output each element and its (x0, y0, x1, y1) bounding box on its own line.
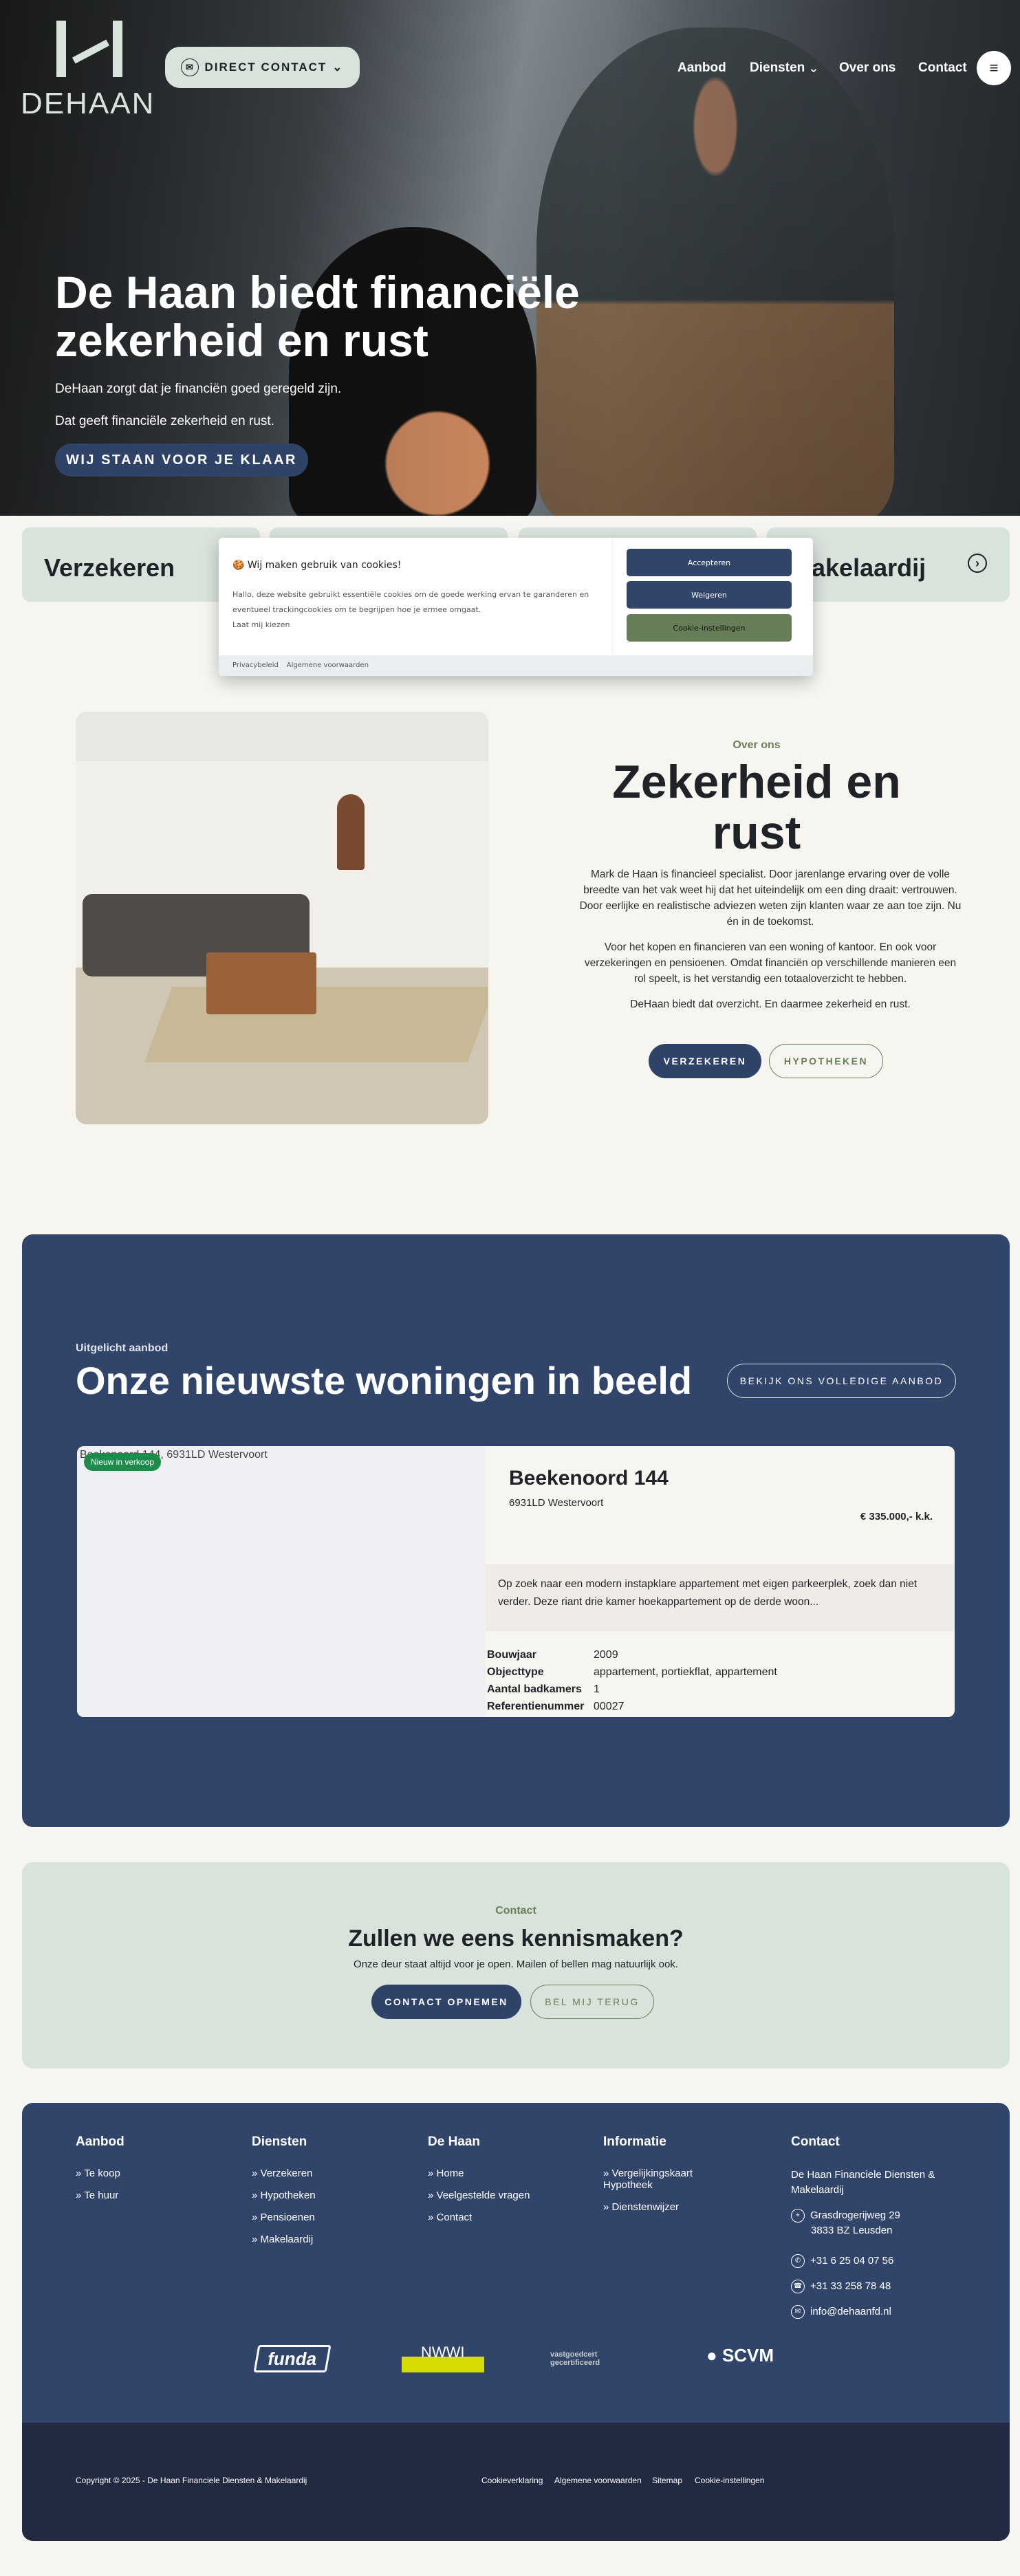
telephone-icon: ☎ (791, 2280, 805, 2294)
cookie-statement-link[interactable]: Cookieverklaring (481, 2476, 543, 2485)
footer-link[interactable]: » Makelaardij (252, 2234, 316, 2245)
funda-logo[interactable]: funda (253, 2345, 332, 2372)
footer-link[interactable]: » Pensioenen (252, 2212, 316, 2223)
phone-icon: ✆ (791, 2254, 805, 2269)
cookie-settings-link[interactable]: Cookie-instellingen (695, 2476, 764, 2485)
footer-link[interactable]: » Home (428, 2168, 530, 2179)
listing-city: 6931LD Westervoort (509, 1497, 604, 1509)
about-paragraph: Mark de Haan is financieel specialist. D… (579, 869, 962, 928)
spec-row: Referentienummer 00027 (487, 1701, 625, 1712)
call-back-button[interactable]: BEL MIJ TERUG (530, 1985, 654, 2019)
footer: Aanbod» Te koop» Te huur Diensten» Verze… (22, 2103, 1010, 2541)
listing-price: € 335.000,- k.k. (860, 1511, 933, 1522)
nav-diensten[interactable]: Diensten (750, 61, 805, 76)
footer-link[interactable]: » Dienstenwijzer (603, 2201, 713, 2213)
listing-image[interactable]: Beekenoord 144, 6931LD Westervoort Nieuw … (77, 1446, 486, 1717)
contact-title: Zullen we eens kennismaken? (348, 1925, 684, 1952)
hamburger-icon[interactable]: ≡ (977, 51, 1011, 85)
logo[interactable]: DEHAAN (21, 21, 162, 120)
footer-link[interactable]: » Vergelijkingskaart Hypotheek (603, 2168, 713, 2191)
new-badge: Nieuw in verkoop (84, 1453, 162, 1471)
cookie-settings-button[interactable]: Cookie-instellingen (627, 614, 792, 642)
nwwi-logo[interactable]: NWWI (402, 2344, 484, 2372)
contact-section: Contact Zullen we eens kennismaken? Onze… (22, 1862, 1010, 2069)
footer-link[interactable]: » Contact (428, 2212, 530, 2223)
listings-eyebrow: Uitgelicht aanbod (76, 1342, 169, 1354)
mail-icon: ✉ (181, 58, 199, 76)
verzekeren-button[interactable]: VERZEKEREN (649, 1044, 761, 1078)
nav-over-ons[interactable]: Over ons (839, 61, 896, 76)
hypotheken-button[interactable]: HYPOTHEKEN (769, 1044, 883, 1078)
phone-link[interactable]: +31 33 258 78 48 (810, 2280, 891, 2292)
about-image (76, 712, 488, 1124)
copyright: Copyright © 2025 - De Haan Financiele Di… (76, 2476, 307, 2485)
footer-link[interactable]: » Veelgestelde vragen (428, 2190, 530, 2201)
about-eyebrow: Over ons (733, 739, 781, 751)
nav-contact[interactable]: Contact (918, 61, 967, 76)
nav-aanbod[interactable]: Aanbod (677, 61, 726, 76)
about-paragraph: Voor het kopen en financieren van een wo… (584, 941, 957, 985)
footer-bottom: Copyright © 2025 - De Haan Financiele Di… (22, 2423, 1010, 2541)
direct-contact-button[interactable]: ✉ DIRECT CONTACT ⌄ (165, 47, 360, 88)
hero-subtitle-2: Dat geeft financiële zekerheid en rust. (55, 414, 274, 428)
reject-cookies-button[interactable]: Weigeren (627, 581, 792, 609)
listing-description: Op zoek naar een modern instapklare appa… (486, 1564, 955, 1631)
sitemap-link[interactable]: Sitemap (652, 2476, 682, 2485)
contact-text: Onze deur staat altijd voor je open. Mai… (354, 1958, 678, 1970)
listings-title: Onze nieuwste woningen in beeld (76, 1359, 693, 1402)
spec-row: Bouwjaar 2009 (487, 1649, 618, 1661)
view-all-listings-button[interactable]: BEKIJK ONS VOLLEDIGE AANBOD (727, 1364, 956, 1398)
about-paragraph: DeHaan biedt dat overzicht. En daarmee z… (630, 998, 911, 1010)
cookie-icon: 🍪 (232, 560, 245, 571)
cookie-banner: 🍪 Wij maken gebruik van cookies! Hallo, … (219, 538, 813, 676)
scvm-logo[interactable]: ● SCVM (706, 2345, 774, 2366)
footer-link[interactable]: » Te huur (76, 2190, 124, 2201)
chevron-down-icon: ⌄ (332, 61, 344, 74)
about-title: Zekerheid en rust (612, 756, 901, 859)
mobile-link[interactable]: +31 6 25 04 07 56 (810, 2255, 893, 2267)
listing-title: Beekenoord 144 (509, 1467, 669, 1489)
email-link[interactable]: info@dehaanfd.nl (810, 2306, 891, 2317)
hero-title: De Haan biedt financiële zekerheid en ru… (55, 267, 580, 366)
hero-subtitle: DeHaan zorgt dat je financiën goed gereg… (55, 382, 342, 396)
listing-card[interactable]: Beekenoord 144, 6931LD Westervoort Nieuw … (77, 1446, 955, 1717)
privacy-link[interactable]: Privacybeleid (232, 662, 279, 670)
mail-icon: ✉ (791, 2305, 805, 2320)
footer-link[interactable]: » Verzekeren (252, 2168, 316, 2179)
terms-link[interactable]: Algemene voorwaarden (554, 2476, 642, 2485)
chevron-right-circle-icon[interactable]: › (968, 554, 987, 573)
location-icon: ⌖ (791, 2209, 805, 2223)
chevron-down-icon[interactable]: ⌄ (808, 61, 819, 76)
choose-cookies-link[interactable]: Laat mij kiezen (232, 620, 290, 629)
terms-link[interactable]: Algemene voorwaarden (287, 662, 369, 670)
contact-button[interactable]: CONTACT OPNEMEN (371, 1985, 521, 2019)
company-name: De Haan Financiele Diensten & Makelaardi… (791, 2169, 935, 2196)
contact-eyebrow: Contact (495, 1905, 536, 1917)
accept-cookies-button[interactable]: Accepteren (627, 549, 792, 576)
spec-row: Objecttype appartement, portiekflat, appa… (487, 1666, 777, 1678)
footer-link[interactable]: » Te koop (76, 2168, 124, 2179)
footer-link[interactable]: » Hypotheken (252, 2190, 316, 2201)
hero-cta-button[interactable]: WIJ STAAN VOOR JE KLAAR (55, 444, 308, 477)
spec-row: Aantal badkamers 1 (487, 1683, 600, 1695)
vastgoedcert-logo[interactable]: vastgoedcert gecertificeerd (550, 2350, 640, 2367)
